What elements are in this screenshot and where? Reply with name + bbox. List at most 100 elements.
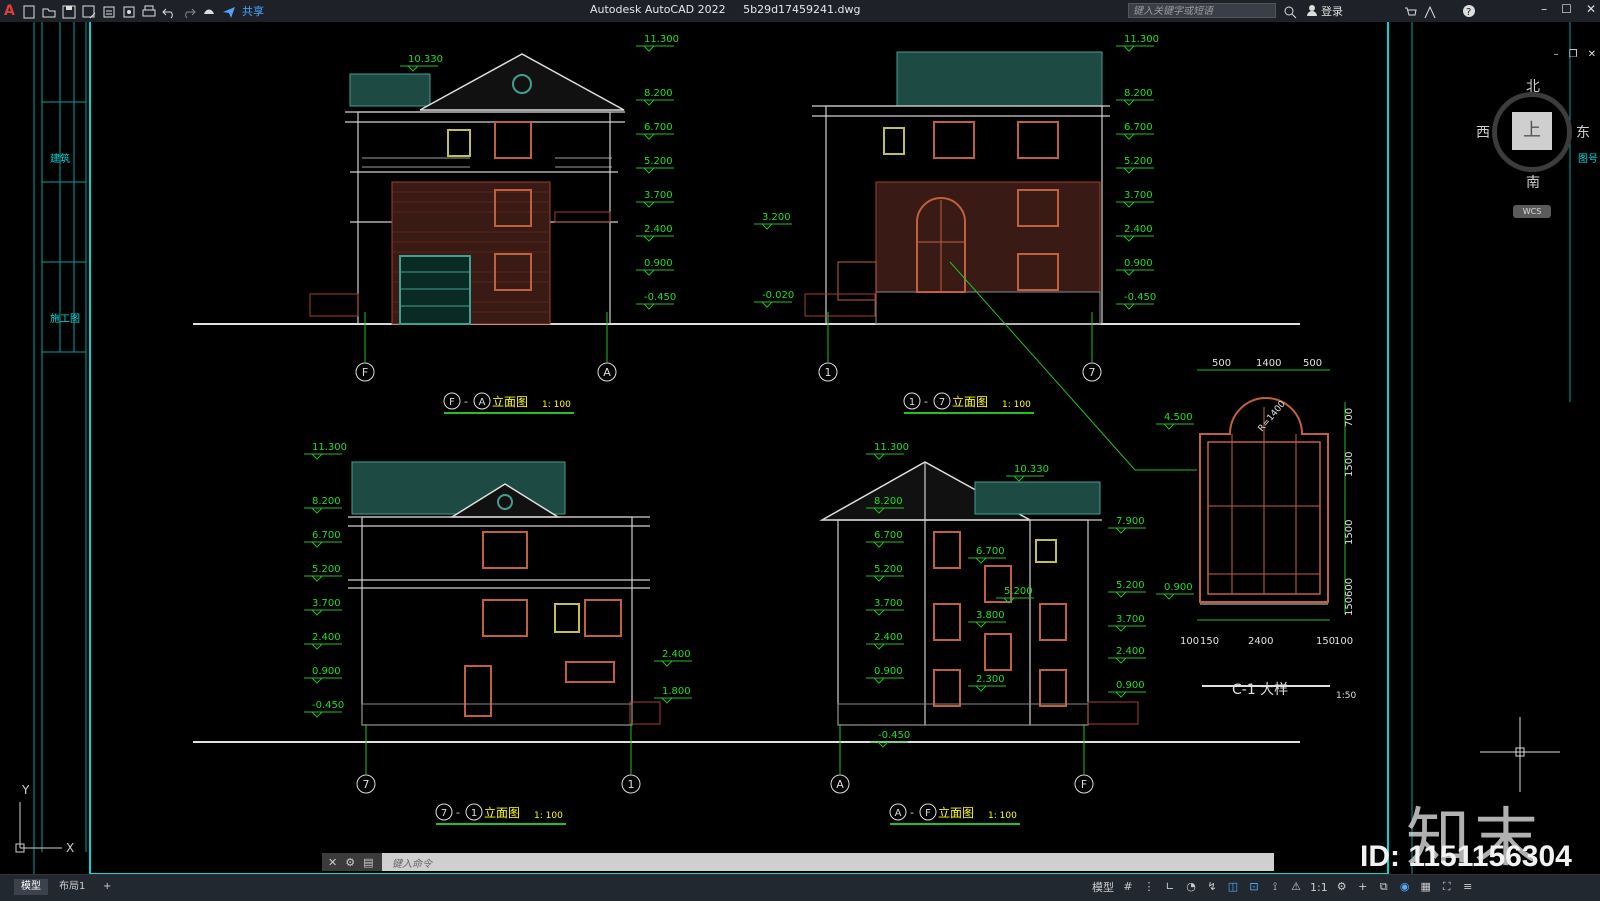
save-web-icon[interactable] (122, 4, 136, 18)
app-title: Autodesk AutoCAD 2022 (590, 3, 726, 16)
grid-icon[interactable]: # (1121, 880, 1135, 894)
svg-text:1: 100: 1: 100 (534, 811, 563, 821)
elevation-level-label: 6.700 (312, 530, 341, 541)
crosshair-cursor (1480, 717, 1560, 792)
view-titles: F - A 立面图 1: 100 1-7 立面图 1: 1007-1 立面图 1: 100 A - F 立… (435, 392, 1034, 825)
osnap-icon[interactable]: ◫ (1226, 880, 1240, 894)
svg-text:-: - (924, 395, 928, 408)
help-icon[interactable]: ? (1462, 3, 1476, 22)
elevation-level-label: 0.900 (1124, 258, 1153, 269)
elevation-level-label: 6.700 (976, 546, 1005, 557)
strip-label: 建筑 (50, 152, 70, 165)
add-layout-button[interactable]: + (96, 879, 118, 895)
close-command-icon[interactable]: ✕ (328, 856, 337, 869)
compass-west[interactable]: 西 (1476, 122, 1490, 142)
elevation-level-label: 8.200 (1124, 88, 1153, 99)
elevation-level-label: 5.200 (312, 564, 341, 575)
wcs-menu[interactable]: WCS (1513, 205, 1551, 218)
elevation-level-label: 5.200 (1124, 156, 1153, 167)
login-button[interactable]: 登录 (1306, 3, 1343, 19)
plus-icon[interactable]: + (1356, 880, 1370, 894)
viewcube-top-face[interactable]: 上 (1512, 112, 1552, 150)
share-label[interactable]: 共享 (242, 3, 264, 19)
app-menu-button[interactable]: A (4, 3, 16, 19)
axis-bubble-label: 7 (363, 778, 370, 791)
elevation-level-label: 11.300 (1124, 34, 1159, 45)
compass-north[interactable]: 北 (1526, 76, 1540, 96)
elevation-level-label: -0.020 (762, 290, 794, 301)
detail-dimension-label: 1500 (1344, 452, 1355, 477)
status-bar: 模型 布局1 + 模型 # ⋮ ∟ ◔ ↯ ◫ ⊡ ⟟ ⚠ 1:1 ⚙ + ⧉ … (0, 874, 1600, 901)
customize-icon[interactable]: ⚙ (345, 856, 355, 869)
elevation-level-label: 2.300 (976, 674, 1005, 685)
view-title: 1-7 立面图 1: 100 (903, 392, 1034, 414)
print-icon[interactable] (142, 4, 156, 18)
cart-icon[interactable] (1404, 4, 1417, 23)
drawing-close-icon[interactable]: ✕ (1588, 49, 1596, 60)
tab-layout1[interactable]: 布局1 (52, 879, 92, 895)
elevation-level-label: 1.800 (662, 686, 691, 697)
elevation-level-label: 2.400 (312, 632, 341, 643)
elevation-level-label: 5.200 (874, 564, 903, 575)
axis-bubble-label: 7 (1089, 366, 1096, 379)
drawing-minimize-icon[interactable]: – (1554, 49, 1559, 60)
watermark-id: ID: 1151156304 (1360, 840, 1572, 873)
save-as-icon[interactable] (82, 4, 96, 19)
tab-model[interactable]: 模型 (14, 879, 48, 895)
elevation-level-label: 6.700 (644, 122, 673, 133)
save-icon[interactable] (62, 4, 76, 19)
osnap-tracking-icon[interactable]: ↯ (1205, 880, 1219, 894)
elevation-f-a (309, 53, 625, 325)
svg-text:1: 100: 1: 100 (542, 400, 571, 410)
svg-text:1: 100: 1: 100 (1002, 400, 1031, 410)
compass-south[interactable]: 南 (1526, 172, 1540, 192)
share-icon[interactable] (222, 4, 236, 18)
annotation-icon[interactable]: ⟟ (1268, 880, 1282, 894)
detail-dimension-label: 100 (1180, 636, 1199, 647)
close-icon[interactable]: ✕ (1586, 2, 1596, 16)
recent-commands-icon[interactable]: ▤ (363, 856, 373, 869)
open-web-icon[interactable] (102, 4, 116, 18)
view-title: A - F 立面图 1: 100 (889, 803, 1020, 825)
drawing-canvas[interactable]: 建筑 施工图 图号 11.300 8.200 6.700 5.200 3.700… (0, 22, 1600, 876)
units-icon[interactable]: ⧉ (1377, 880, 1391, 894)
undo-icon[interactable] (162, 4, 176, 19)
elevation-level-label: 0.900 (644, 258, 673, 269)
detail-dimension-label: 600 (1344, 578, 1355, 597)
axis-bubble-label: A (603, 366, 611, 379)
autodesk-app-icon[interactable] (1424, 4, 1437, 23)
open-folder-icon[interactable] (42, 4, 56, 18)
svg-text:A: A (895, 808, 902, 819)
isolate-icon[interactable]: ◉ (1398, 880, 1412, 894)
elevation-level-label: 8.200 (312, 496, 341, 507)
command-line[interactable]: ✕ ⚙ ▤ 键入命令 (322, 853, 1274, 871)
ortho-icon[interactable]: ∟ (1163, 880, 1177, 894)
customize-status-icon[interactable]: ≡ (1461, 880, 1475, 894)
command-input[interactable]: 键入命令 (382, 855, 432, 870)
elevation-level-label: 0.900 (312, 666, 341, 677)
viewcube[interactable]: 上 北 南 西 东 (1476, 79, 1590, 191)
new-file-icon[interactable] (22, 4, 36, 19)
annotation-scale-icon[interactable]: ⚠ (1289, 880, 1303, 894)
workspace-icon[interactable] (202, 4, 216, 18)
elevation-level-label: -0.450 (644, 292, 676, 303)
fullscreen-icon[interactable]: ⛶ (1440, 880, 1454, 894)
detail-title: C-1 大样 (1232, 682, 1288, 698)
annotation-scale[interactable]: 1:1 (1310, 881, 1328, 894)
compass-east[interactable]: 东 (1576, 122, 1590, 142)
dynamic-input-icon[interactable]: ⊡ (1247, 880, 1261, 894)
snap-icon[interactable]: ⋮ (1142, 880, 1156, 894)
maximize-icon[interactable]: ☐ (1561, 2, 1572, 16)
redo-icon[interactable] (182, 4, 196, 19)
search-icon[interactable] (1284, 4, 1297, 23)
polar-icon[interactable]: ◔ (1184, 880, 1198, 894)
model-space-toggle[interactable]: 模型 (1092, 879, 1114, 895)
search-input[interactable]: 键入关键字或短语 (1128, 3, 1276, 18)
elevation-level-label: 5.200 (1116, 580, 1145, 591)
drawing-restore-icon[interactable]: ❐ (1569, 49, 1578, 60)
minimize-icon[interactable]: – (1541, 2, 1547, 16)
settings-icon[interactable]: ⚙ (1335, 880, 1349, 894)
elevation-7-1 (348, 461, 661, 726)
hardware-icon[interactable]: ▦ (1419, 880, 1433, 894)
detail-dimension-label: 150 (1316, 636, 1335, 647)
